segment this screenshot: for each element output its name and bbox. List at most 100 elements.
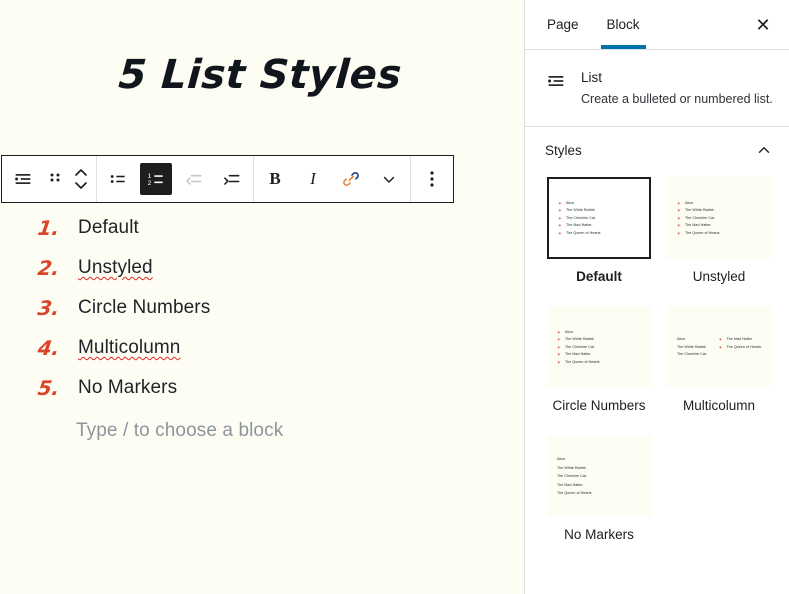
style-preview-item: The Mad Hatter. [556,351,642,359]
svg-text:2: 2 [148,180,152,187]
list-item-marker: 1. [35,208,71,248]
style-preview-item: The Mad Hatter. [717,336,762,344]
link-icon[interactable] [332,156,370,202]
list-item[interactable]: 1. Default [0,208,524,248]
ordered-list-icon[interactable]: 1 2 [140,163,172,195]
style-option-label: No Markers [547,527,651,542]
unordered-list-icon[interactable] [99,156,137,202]
block-toolbar: 1 2 [1,155,454,203]
list-item[interactable]: 5. No Markers [0,368,524,408]
list-item-text[interactable]: Multicolumn [78,337,180,358]
styles-panel-title: Styles [545,143,582,158]
style-preview-item: The White Rabbit. [556,464,642,473]
style-preview-item: Alice. [676,200,762,208]
editor-canvas[interactable]: 5 List Styles [0,0,524,594]
style-preview-item: The Queen of Hearts. [717,344,762,352]
style-preview-item: The Mad Hatter. [557,222,641,230]
list-item[interactable]: 4. Multicolumn [0,328,524,368]
style-option-multicolumn[interactable]: Alice.The White Rabbit.The Cheshire Cat.… [659,300,779,429]
list-item-text[interactable]: Circle Numbers [78,297,210,318]
block-options-icon[interactable] [413,156,451,202]
style-option-no-markers[interactable]: Alice.The White Rabbit.The Cheshire Cat.… [539,429,659,558]
list-item-marker: 5. [35,368,71,408]
style-preview-item: The Mad Hatter. [676,222,762,230]
style-preview-item: Alice. [556,329,642,337]
list-item-text[interactable]: No Markers [78,377,177,398]
styles-grid: Alice.The White Rabbit.The Cheshire Cat.… [525,171,789,568]
more-rich-text-chevron-down-icon[interactable] [370,156,408,202]
bold-button[interactable]: B [256,156,294,202]
toolbar-group-format: B I [254,156,411,202]
block-description: Create a bulleted or numbered list. [581,90,773,108]
style-preview-columns: Alice.The White Rabbit.The Cheshire Cat.… [676,336,762,359]
list-item[interactable]: 3. Circle Numbers [0,288,524,328]
style-preview-item: The Queen of Hearts. [557,230,641,238]
style-preview-list: Alice.The White Rabbit.The Cheshire Cat.… [676,200,762,238]
style-preview-item: Alice. [557,200,641,208]
move-up-down-icon[interactable] [68,156,94,202]
style-option-unstyled[interactable]: Alice.The White Rabbit.The Cheshire Cat.… [659,171,779,300]
style-preview-list: Alice.The White Rabbit.The Cheshire Cat.… [556,329,642,367]
list-item-text[interactable]: Default [78,217,139,238]
sidebar-tabs: Page Block ✕ [525,0,789,50]
block-info-text: List Create a bulleted or numbered list. [581,68,773,108]
style-preview-thumbnail[interactable]: Alice.The White Rabbit.The Cheshire Cat.… [547,306,651,388]
block-title: List [581,68,773,88]
style-preview-item: The White Rabbit. [556,336,642,344]
list-icon [545,68,569,108]
style-preview-item: The Mad Hatter. [556,481,642,490]
tab-page[interactable]: Page [533,0,593,49]
style-option-label: Default [547,269,651,284]
italic-button[interactable]: I [294,156,332,202]
style-preview-item: Alice. [676,336,711,344]
block-info-card: List Create a bulleted or numbered list. [525,50,789,127]
outdent-list-item-icon[interactable] [175,156,213,202]
list-item-text[interactable]: Unstyled [78,257,153,278]
style-preview-item: The White Rabbit. [557,207,641,215]
style-preview-list: Alice.The White Rabbit.The Cheshire Cat.… [557,200,641,238]
style-preview-thumbnail[interactable]: Alice.The White Rabbit.The Cheshire Cat.… [547,177,651,259]
style-preview-item: The Queen of Hearts. [556,359,642,367]
style-preview-item: The Cheshire Cat. [676,351,711,359]
list-item-marker: 3. [35,288,71,328]
style-preview-item: The Queen of Hearts. [556,489,642,498]
toolbar-group-block [2,156,97,202]
paragraph-placeholder[interactable]: Type / to choose a block [76,420,283,442]
style-preview-list: Alice.The White Rabbit.The Cheshire Cat.… [556,455,642,498]
style-preview-item: The White Rabbit. [676,207,762,215]
style-preview-item: The Queen of Hearts. [676,230,762,238]
style-preview-thumbnail[interactable]: Alice.The White Rabbit.The Cheshire Cat.… [667,177,771,259]
style-preview-item: The Cheshire Cat. [556,344,642,352]
tab-block[interactable]: Block [593,0,654,49]
list-item-marker: 2. [35,248,71,288]
style-preview-list: The Mad Hatter.The Queen of Hearts. [717,336,762,351]
style-preview-item: Alice. [556,455,642,464]
style-option-circle-numbers[interactable]: Alice.The White Rabbit.The Cheshire Cat.… [539,300,659,429]
page-title[interactable]: 5 List Styles [0,0,524,98]
drag-handle-icon[interactable] [42,156,68,202]
style-preview-item: The Cheshire Cat. [557,215,641,223]
style-preview-thumbnail[interactable]: Alice.The White Rabbit.The Cheshire Cat.… [667,306,771,388]
toolbar-group-options [411,156,453,202]
editor-window: 5 List Styles [0,0,789,594]
toolbar-group-list: 1 2 [97,156,254,202]
style-preview-column: Alice.The White Rabbit.The Cheshire Cat. [676,336,711,359]
style-preview-column: The Mad Hatter.The Queen of Hearts. [717,336,762,359]
indent-list-item-icon[interactable] [213,156,251,202]
style-preview-list: Alice.The White Rabbit.The Cheshire Cat. [676,336,711,359]
style-option-default[interactable]: Alice.The White Rabbit.The Cheshire Cat.… [539,171,659,300]
settings-sidebar: Page Block ✕ List Create a bulleted or n… [524,0,789,594]
style-option-label: Circle Numbers [547,398,651,413]
style-preview-thumbnail[interactable]: Alice.The White Rabbit.The Cheshire Cat.… [547,435,651,517]
style-preview-item: The Cheshire Cat. [676,215,762,223]
style-option-label: Unstyled [667,269,771,284]
list-item-marker: 4. [35,328,71,368]
close-icon[interactable]: ✕ [745,7,781,43]
chevron-up-icon[interactable] [755,141,773,159]
style-preview-item: The White Rabbit. [676,344,711,352]
list-item[interactable]: 2. Unstyled [0,248,524,288]
list-block[interactable]: 1. Default 2. Unstyled 3. Circle Numbers 4. Mul… [0,208,524,408]
block-type-list-icon[interactable] [4,156,42,202]
styles-panel-header[interactable]: Styles [525,127,789,171]
style-preview-item: The Cheshire Cat. [556,472,642,481]
